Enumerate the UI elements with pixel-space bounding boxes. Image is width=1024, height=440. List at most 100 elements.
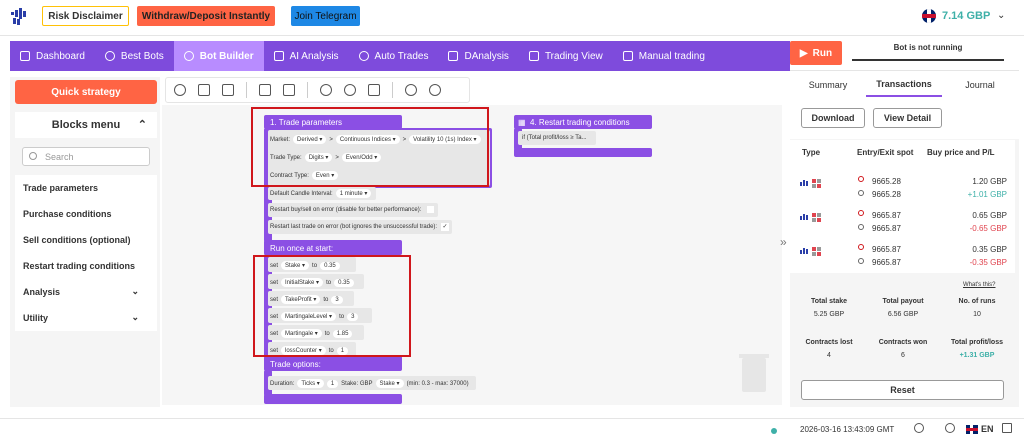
block-sell-conditions[interactable]: Sell conditions (optional) [15,227,157,253]
stat-item: Contracts won 6 [868,339,938,359]
folder-icon[interactable] [198,84,210,96]
entry-spot: 9665.87 [872,245,901,254]
join-telegram-button[interactable]: Join Telegram [291,6,360,26]
trash-icon[interactable] [739,354,769,392]
entry-marker-icon [858,210,864,216]
bot-builder-icon [183,51,194,61]
help-icon[interactable] [945,423,955,433]
view-detail-button[interactable]: View Detail [873,108,942,128]
transaction-row[interactable]: 9665.87 9665.87 0.35 GBP -0.35 GBP [790,243,1015,273]
undo-icon[interactable] [320,84,332,96]
col-type: Type [802,148,821,157]
transactions-table: Type Entry/Exit spot Buy price and P/L 9… [790,140,1015,273]
play-icon: ▶ [799,47,808,59]
stat-value: 6.56 GBP [887,311,919,318]
server-time: 2026-03-16 13:43:09 GMT [800,425,895,434]
zoom-in-icon[interactable] [405,84,417,96]
run-button[interactable]: ▶ Run [790,41,842,65]
fullscreen-icon[interactable] [1002,423,1012,433]
zoom-out-icon[interactable] [429,84,441,96]
block-analysis[interactable]: Analysis ⌄ [15,279,157,305]
logo-icon[interactable] [10,8,28,26]
restart-last-checkbox[interactable]: ✓ [441,223,449,231]
stake-select[interactable]: Stake ▾ [375,379,404,388]
nav-trading-view[interactable]: Trading View [519,41,613,71]
stat-label: Contracts lost [805,339,853,346]
block-utility[interactable]: Utility ⌄ [15,305,157,331]
chart-icon [273,51,284,61]
nav-dashboard[interactable]: Dashboard [10,41,95,71]
connection-status-icon [771,428,777,434]
exit-spot: 9665.28 [872,190,901,199]
language-flag-icon[interactable] [966,425,978,434]
block-purchase-conditions[interactable]: Purchase conditions [15,201,157,227]
stat-label: No. of runs [958,298,996,305]
uk-flag-icon[interactable] [922,9,936,23]
block-trade-parameters[interactable]: Trade parameters [15,175,157,201]
reset-icon[interactable] [174,84,186,96]
double-chevron-right-icon[interactable]: » [780,235,787,249]
entry-spot: 9665.87 [872,211,901,220]
trade-options-block[interactable]: Trade options: [264,356,402,371]
chart-icon[interactable] [259,84,271,96]
stat-value: 5.25 GBP [813,311,845,318]
nav-auto-trades[interactable]: Auto Trades [349,41,439,71]
sort-icon[interactable] [222,84,234,96]
candle-interval-select[interactable]: 1 minute ▾ [335,189,372,198]
nav-danalysis[interactable]: DAnalysis [438,41,518,71]
transaction-row[interactable]: 9665.87 9665.87 0.65 GBP -0.65 GBP [790,209,1015,239]
tab-transactions[interactable]: Transactions [866,73,942,97]
contract-type-icon [800,179,821,188]
duration-value-input[interactable]: 1 [326,379,339,388]
reset-button[interactable]: Reset [801,380,1004,400]
stat-label: Total stake [810,298,848,305]
chevron-down-icon: ⌄ [131,286,139,296]
profit-loss: -0.35 GBP [969,258,1007,267]
quick-strategy-button[interactable]: Quick strategy [15,80,157,104]
col-spot: Entry/Exit spot [857,148,914,157]
nav-best-bots[interactable]: Best Bots [95,41,174,71]
blocks-menu-header[interactable]: Blocks menu ⌃ [15,112,157,138]
save-icon[interactable] [368,84,380,96]
nav-bot-builder[interactable]: Bot Builder [173,41,264,71]
tab-summary[interactable]: Summary [790,74,866,96]
account-balance[interactable]: 7.14 GBP [942,10,990,22]
tab-journal[interactable]: Journal [942,74,1018,96]
entry-marker-icon [858,244,864,250]
stat-label: Total profit/loss [951,339,1003,346]
performance-icon[interactable] [283,84,295,96]
stat-value: 4 [827,352,831,359]
restart-buysell-checkbox[interactable] [427,206,434,213]
chevron-up-icon[interactable]: ⌃ [138,118,147,131]
stat-value: +1.31 GBP [959,352,995,359]
download-button[interactable]: Download [801,108,865,128]
whats-this-link[interactable]: What's this? [963,282,996,288]
chevron-down-icon[interactable]: ⌄ [997,10,1005,21]
contract-type-icon [800,247,821,256]
chart-icon [528,51,539,61]
main-nav: Dashboard Best Bots Bot Builder AI Analy… [10,41,790,71]
exit-marker-icon [858,224,864,230]
bot-icon [104,51,115,61]
chevron-down-icon: ⌄ [131,312,139,322]
theme-icon[interactable] [914,423,924,433]
stat-value: 10 [973,311,981,318]
restart-conditions-block[interactable]: ▦ 4. Restart trading conditions [514,115,652,129]
entry-marker-icon [858,176,864,182]
profit-loss: +1.01 GBP [967,190,1007,199]
stat-item: Total stake 5.25 GBP [794,298,864,318]
transaction-row[interactable]: 9665.28 9665.28 1.20 GBP +1.01 GBP [790,175,1015,205]
block-restart-conditions[interactable]: Restart trading conditions [15,253,157,279]
run-panel-tabs: Summary Transactions Journal [790,71,1019,99]
withdraw-deposit-button[interactable]: Withdraw/Deposit Instantly [137,6,275,26]
run-once-block[interactable]: Run once at start: [264,240,402,255]
nav-manual-trading[interactable]: Manual trading [613,41,715,71]
nav-ai-analysis[interactable]: AI Analysis [264,41,349,71]
duration-unit-select[interactable]: Ticks ▾ [297,379,324,388]
language-selector[interactable]: EN [981,424,994,434]
block-footer [514,148,652,157]
blocks-search-input[interactable]: Search [22,147,150,166]
redo-icon[interactable] [344,84,356,96]
blocks-list: Trade parameters Purchase conditions Sel… [15,175,157,331]
risk-disclaimer-button[interactable]: Risk Disclaimer [42,6,129,26]
